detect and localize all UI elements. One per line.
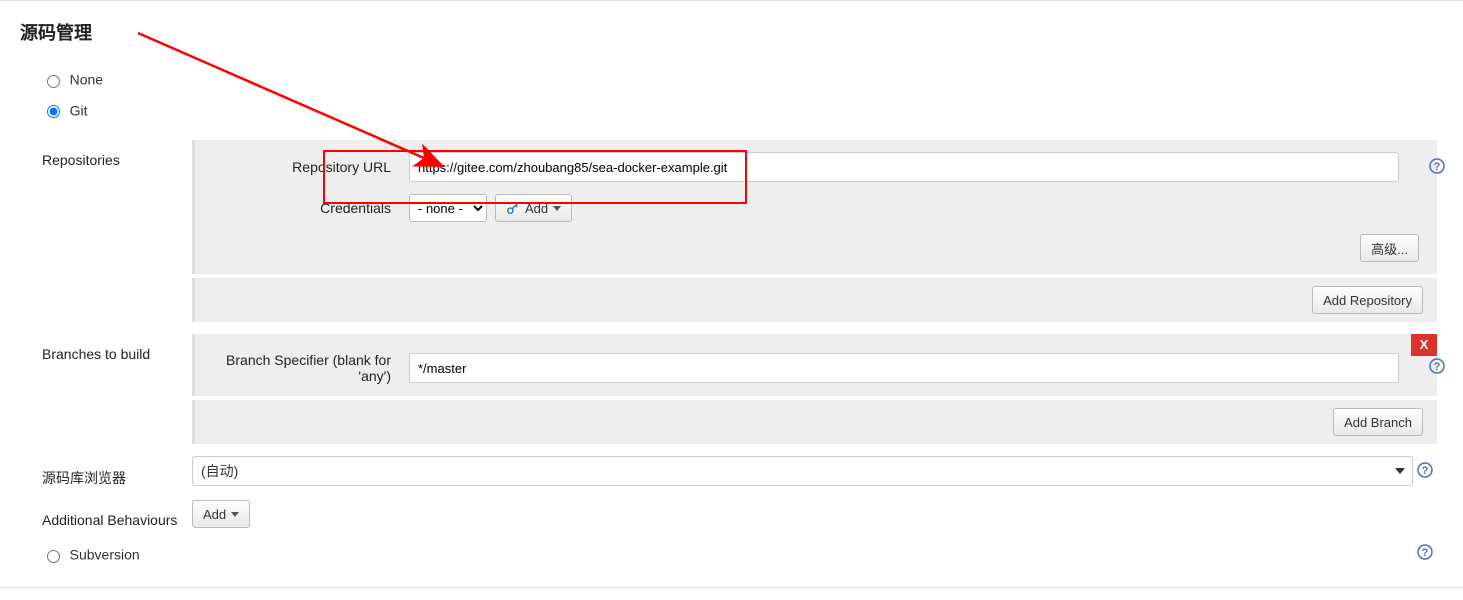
add-behaviour-label: Add xyxy=(203,507,226,522)
repo-url-field: Repository URL ? xyxy=(209,152,1423,182)
help-icon[interactable]: ? xyxy=(1417,544,1433,563)
credentials-label: Credentials xyxy=(209,200,409,216)
branch-specifier-input[interactable] xyxy=(409,353,1399,383)
add-credentials-button[interactable]: Add xyxy=(495,194,572,222)
section-title: 源码管理 xyxy=(20,19,1463,45)
git-config-body: Repositories ? Repository URL ? xyxy=(20,140,1463,528)
help-icon[interactable]: ? xyxy=(1429,158,1445,174)
repository-footer-panel: Add Repository xyxy=(192,278,1437,322)
svg-text:?: ? xyxy=(1422,465,1429,477)
add-branch-button[interactable]: Add Branch xyxy=(1333,408,1423,436)
additional-heading: Additional Behaviours xyxy=(42,500,192,528)
repo-url-label: Repository URL xyxy=(209,159,409,175)
scm-option-none-row: None xyxy=(20,67,1463,98)
help-icon[interactable]: ? xyxy=(1417,462,1433,481)
repo-browser-row: 源码库浏览器 (自动) ? xyxy=(42,456,1463,488)
add-cred-label: Add xyxy=(525,201,548,216)
scm-radio-subversion[interactable] xyxy=(47,550,60,563)
svg-text:?: ? xyxy=(1434,161,1441,173)
scm-label-none: None xyxy=(70,72,103,88)
scm-radio-none[interactable] xyxy=(47,75,60,88)
svg-text:?: ? xyxy=(1422,547,1429,559)
scm-option-git-row: Git xyxy=(20,98,1463,129)
key-icon xyxy=(506,201,520,215)
branch-footer-panel: Add Branch xyxy=(192,400,1437,444)
add-behaviour-button[interactable]: Add xyxy=(192,500,250,528)
chevron-down-icon xyxy=(553,206,561,211)
chevron-down-icon xyxy=(231,512,239,517)
repositories-row: Repositories ? Repository URL ? xyxy=(42,140,1463,322)
additional-behaviours-row: Additional Behaviours Add xyxy=(42,500,1463,528)
add-repository-button[interactable]: Add Repository xyxy=(1312,286,1423,314)
credentials-field: Credentials - none - Add xyxy=(209,194,1423,222)
repo-browser-value: (自动) xyxy=(201,461,238,481)
branches-heading: Branches to build xyxy=(42,334,192,362)
repository-panel: Repository URL ? Credentials - none - xyxy=(192,140,1437,274)
scm-label-git: Git xyxy=(70,102,88,118)
help-icon[interactable]: ? xyxy=(1429,358,1445,374)
repo-browser-select-wrap: (自动) xyxy=(192,456,1413,486)
scm-label-subversion: Subversion xyxy=(70,547,140,563)
scm-config-section: 源码管理 None Git Repositories ? Repository … xyxy=(0,0,1463,588)
scm-option-subversion-row: Subversion ? xyxy=(20,542,1463,573)
branch-specifier-label: Branch Specifier (blank for 'any') xyxy=(209,352,409,384)
credentials-select[interactable]: - none - xyxy=(409,194,487,222)
branch-specifier-field: Branch Specifier (blank for 'any') ? xyxy=(209,352,1423,384)
repo-url-input[interactable] xyxy=(409,152,1399,182)
branches-row: Branches to build X Branch Specifier (bl… xyxy=(42,334,1463,444)
scm-radio-git[interactable] xyxy=(47,105,60,118)
advanced-button[interactable]: 高级... xyxy=(1360,234,1419,262)
repo-browser-heading: 源码库浏览器 xyxy=(42,456,192,488)
svg-text:?: ? xyxy=(1434,361,1441,373)
repo-browser-select[interactable]: (自动) xyxy=(192,456,1413,486)
branch-panel: X Branch Specifier (blank for 'any') ? xyxy=(192,334,1437,396)
repositories-heading: Repositories xyxy=(42,140,192,168)
